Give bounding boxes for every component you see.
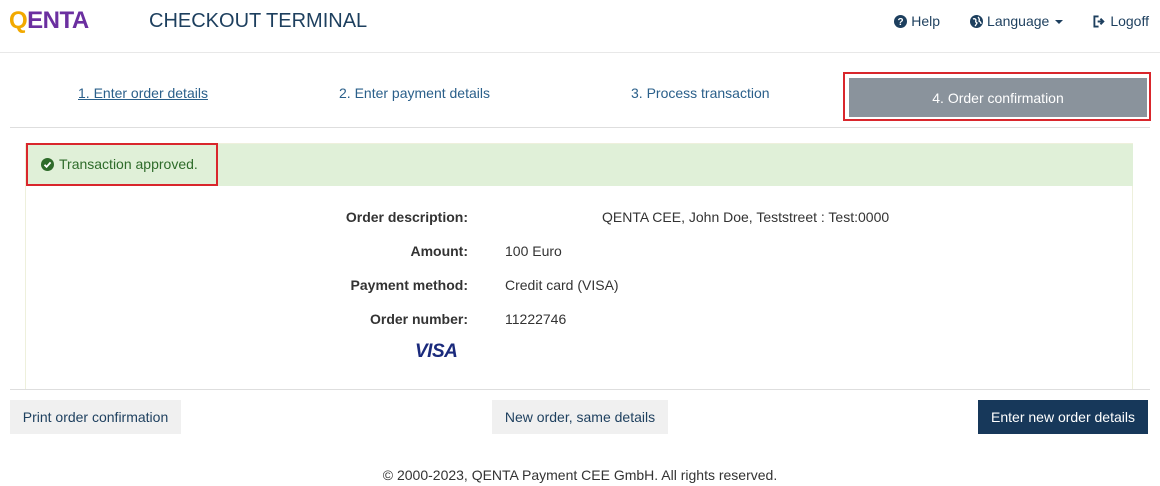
copyright: © 2000-2023, QENTA Payment CEE GmbH. All… — [382, 467, 778, 483]
detail-value: Credit card (VISA) — [505, 277, 619, 293]
detail-row-payment-method: Payment method: Credit card (VISA) — [26, 277, 1126, 297]
detail-label: Order number: — [369, 311, 468, 327]
checkout-steps: 1. Enter order details 2. Enter payment … — [10, 72, 1151, 128]
step-enter-payment-details: 2. Enter payment details — [339, 85, 490, 101]
detail-row-order-number: Order number: 11222746 — [26, 311, 1126, 331]
svg-text:?: ? — [898, 17, 904, 28]
logoff-link[interactable]: Logoff — [1093, 12, 1149, 30]
language-label: Language — [987, 13, 1050, 29]
logoff-label: Logoff — [1110, 13, 1149, 29]
app-title: CHECKOUT TERMINAL — [149, 10, 368, 32]
success-alert: Transaction approved. — [26, 143, 1133, 186]
detail-label: Order description: — [345, 209, 468, 225]
alert-text: Transaction approved. — [59, 156, 198, 172]
detail-row-description: Order description: QENTA CEE, John Doe, … — [26, 209, 1126, 229]
qenta-logo[interactable]: QENTA — [9, 7, 89, 35]
detail-value: 100 Euro — [505, 243, 562, 259]
caret-down-icon — [1055, 20, 1064, 24]
detail-value: QENTA CEE, John Doe, Teststreet : Test:0… — [602, 209, 890, 225]
active-step-highlight: 4. Order confirmation — [843, 72, 1151, 121]
alert-message: Transaction approved. — [41, 156, 198, 172]
sign-out-icon — [1093, 14, 1106, 28]
divider — [10, 389, 1150, 390]
print-order-confirmation-button[interactable]: Print order confirmation — [10, 400, 181, 434]
help-link[interactable]: ? Help — [894, 12, 940, 30]
logo-rest: ENTA — [27, 7, 89, 34]
detail-row-amount: Amount: 100 Euro — [26, 243, 1126, 263]
detail-label: Amount: — [410, 243, 468, 259]
step-process-transaction: 3. Process transaction — [631, 85, 770, 101]
help-label: Help — [911, 13, 941, 29]
enter-new-order-details-button[interactable]: Enter new order details — [978, 400, 1148, 434]
language-dropdown[interactable]: Language — [970, 12, 1064, 30]
detail-label: Payment method: — [350, 277, 468, 293]
globe-icon — [970, 14, 984, 28]
step-order-confirmation: 4. Order confirmation — [849, 78, 1147, 117]
top-nav: ? Help Language Logoff — [894, 12, 1149, 30]
question-circle-icon: ? — [894, 14, 908, 28]
header: QENTA CHECKOUT TERMINAL ? Help Language … — [0, 0, 1160, 53]
step-enter-order-details[interactable]: 1. Enter order details — [78, 85, 208, 101]
check-circle-icon — [41, 157, 54, 171]
detail-value: 11222746 — [505, 311, 567, 327]
logo-q: Q — [9, 7, 28, 34]
visa-logo: VISA — [415, 341, 458, 362]
new-order-same-details-button[interactable]: New order, same details — [492, 400, 668, 434]
confirmation-panel: Transaction approved. Order description:… — [25, 143, 1133, 389]
